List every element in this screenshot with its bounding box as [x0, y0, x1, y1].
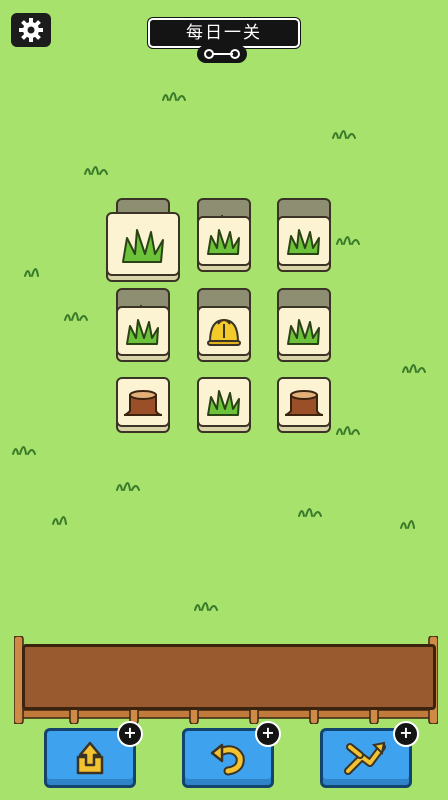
bell-icon	[207, 318, 241, 346]
board-tile-stump[interactable]	[277, 377, 331, 433]
undo-button[interactable]: +	[182, 721, 281, 788]
board-tile-grass[interactable]	[116, 306, 170, 362]
board-tile-grass[interactable]	[197, 377, 251, 433]
grass-icon	[126, 319, 159, 345]
grass-icon	[207, 229, 240, 255]
grass-icon	[287, 319, 320, 345]
grass-icon	[287, 229, 320, 255]
undo-icon	[210, 743, 245, 776]
grass-tuft-decoration	[52, 516, 67, 525]
grass-tuft-decoration	[336, 426, 360, 435]
level-title: 每日一关	[148, 18, 300, 48]
add-undo-badge[interactable]: +	[255, 721, 281, 747]
settings-button[interactable]	[11, 13, 51, 47]
grass-tuft-decoration	[402, 364, 426, 373]
grass-tuft-decoration	[84, 166, 108, 175]
board-tile-grass[interactable]	[277, 306, 331, 362]
board-tile-stump[interactable]	[116, 377, 170, 433]
move-out-icon	[76, 741, 104, 775]
add-move-out-badge[interactable]: +	[117, 721, 143, 747]
grass-tuft-decoration	[194, 602, 218, 611]
grass-tuft-decoration	[298, 508, 322, 517]
grass-tuft-decoration	[12, 446, 36, 455]
grass-icon	[122, 229, 164, 263]
shuffle-icon	[344, 741, 386, 775]
grass-icon	[207, 390, 240, 416]
grass-tuft-decoration	[400, 520, 415, 529]
board-tile-bell[interactable]	[197, 306, 251, 362]
add-shuffle-badge[interactable]: +	[393, 721, 419, 747]
grass-tuft-decoration	[24, 268, 39, 277]
gear-icon	[19, 18, 43, 42]
grass-tuft-decoration	[64, 312, 88, 321]
key-indicator	[197, 45, 247, 63]
board-tile-grass[interactable]	[277, 216, 331, 272]
move-out-button[interactable]: +	[44, 721, 143, 788]
key-icon	[204, 49, 240, 59]
stump-icon	[123, 390, 163, 416]
grass-tuft-decoration	[116, 482, 140, 491]
grass-tuft-decoration	[162, 92, 186, 101]
grass-tuft-decoration	[336, 236, 360, 245]
board-tile-grass[interactable]	[106, 212, 180, 282]
stump-icon	[284, 390, 324, 416]
tile-tray	[22, 644, 436, 710]
board-tile-grass[interactable]	[197, 216, 251, 272]
grass-tuft-decoration	[332, 130, 356, 139]
shuffle-button[interactable]: +	[320, 721, 419, 788]
